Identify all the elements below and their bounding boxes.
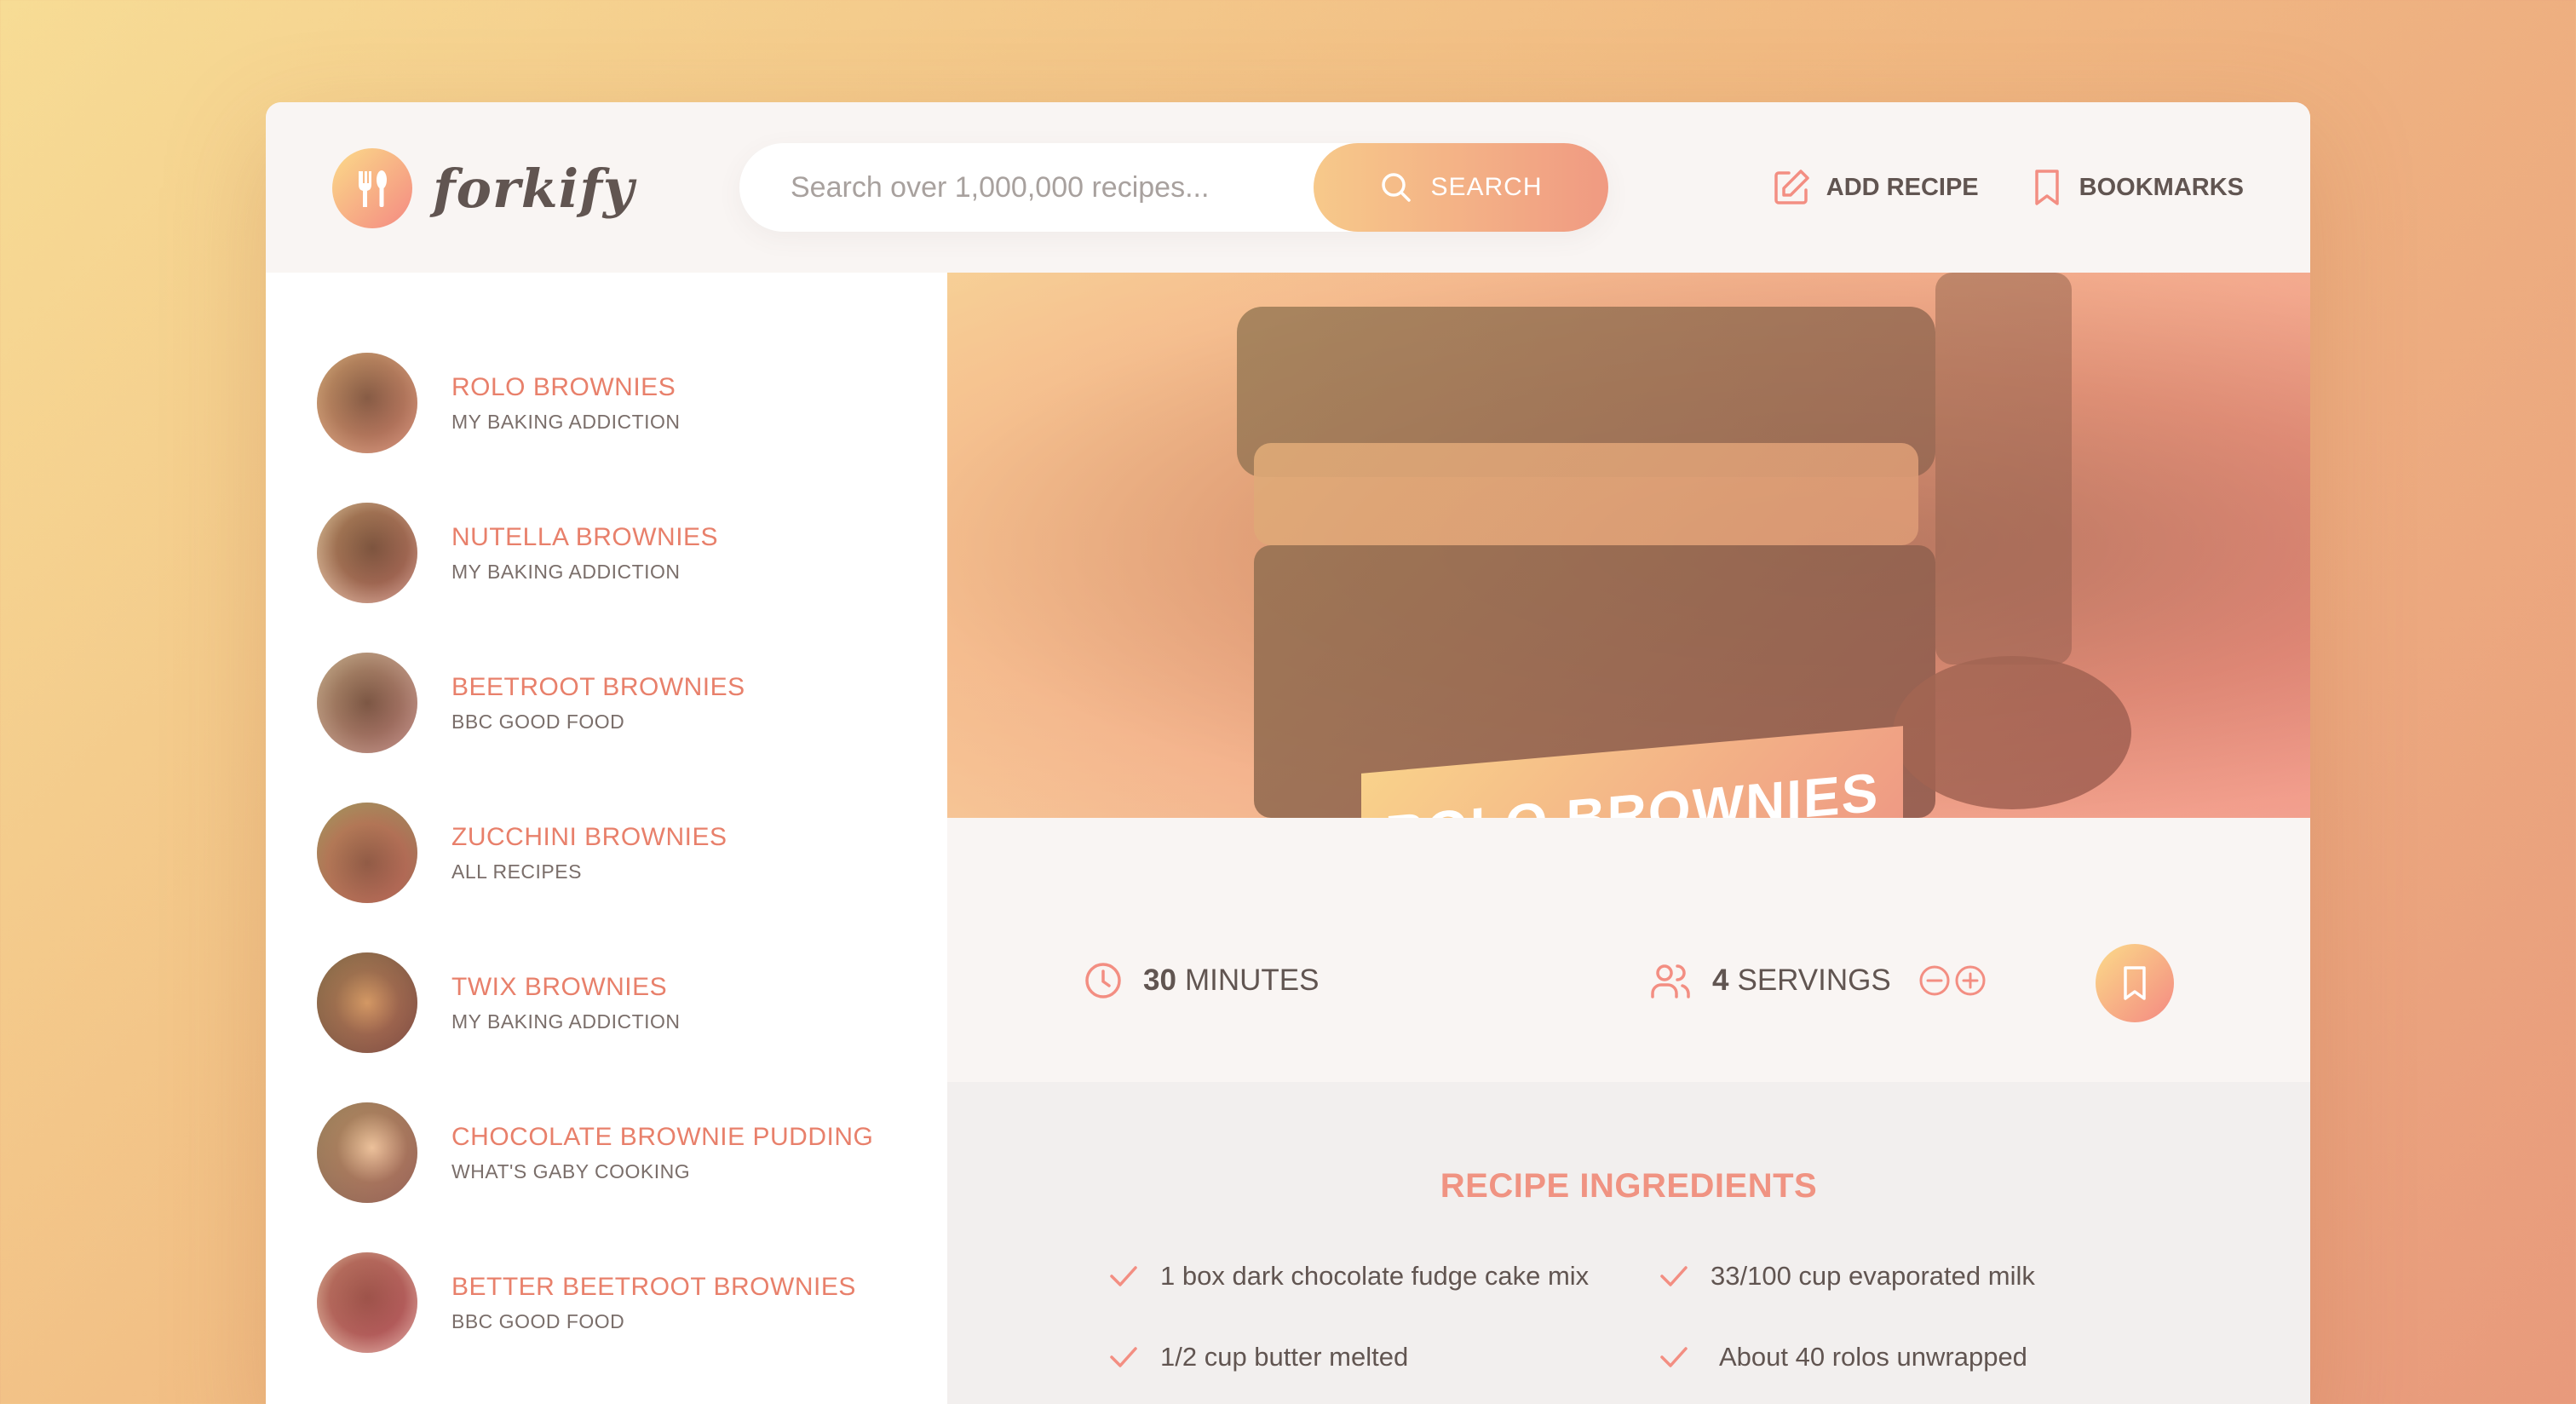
result-item[interactable]: TWIX BROWNIES MY BAKING ADDICTION [317, 947, 913, 1058]
logo[interactable]: forkify [332, 148, 635, 228]
search-button-label: SEARCH [1430, 173, 1543, 201]
bookmarks-button[interactable]: BOOKMARKS [2030, 168, 2244, 207]
bookmark-icon [2030, 168, 2064, 207]
result-item[interactable]: ZUCCHINI BROWNIES ALL RECIPES [317, 797, 913, 908]
result-thumbnail [317, 653, 417, 753]
check-icon [1109, 1344, 1138, 1370]
search-icon [1379, 170, 1413, 204]
cooking-time-value: 30 [1143, 964, 1176, 997]
ingredient-item: 1/2 cup butter melted [1109, 1342, 1408, 1372]
ingredient-item: About 40 rolos unwrapped [1659, 1342, 2027, 1372]
result-title: CHOCOLATE BROWNIE PUDDING [451, 1122, 874, 1151]
result-publisher: BBC GOOD FOOD [451, 710, 625, 733]
result-thumbnail [317, 952, 417, 1053]
result-title: BETTER BEETROOT BROWNIES [451, 1272, 856, 1301]
bookmark-recipe-button[interactable] [2096, 944, 2174, 1022]
nav: ADD RECIPE BOOKMARKS [1721, 102, 2244, 273]
ingredient-text: 1/2 cup butter melted [1160, 1342, 1409, 1372]
result-title: NUTELLA BROWNIES [451, 522, 719, 551]
ingredient-item: 33/100 cup evaporated milk [1659, 1261, 2035, 1292]
check-icon [1659, 1263, 1688, 1289]
ingredients-section: RECIPE INGREDIENTS 1 box dark chocolate … [947, 1082, 2310, 1404]
bookmarks-label: BOOKMARKS [2079, 173, 2244, 201]
servings: 4 SERVINGS [1649, 961, 1987, 1000]
result-item[interactable]: ROLO BROWNIES MY BAKING ADDICTION [317, 348, 913, 458]
result-publisher: WHAT'S GABY COOKING [451, 1159, 691, 1182]
check-icon [1659, 1344, 1688, 1370]
increase-servings-button[interactable] [1954, 964, 1987, 997]
recipe-image-overlay [947, 273, 2310, 818]
result-item[interactable]: BETTER BEETROOT BROWNIES BBC GOOD FOOD [317, 1247, 913, 1358]
result-thumbnail [317, 353, 417, 453]
users-icon [1649, 961, 1692, 1000]
cooking-time: 30 MINUTES [1084, 961, 1319, 1000]
ingredients-heading: RECIPE INGREDIENTS [1440, 1167, 1818, 1205]
logo-text: forkify [433, 157, 635, 220]
bookmark-icon [2124, 966, 2146, 1000]
recipe-view: ROLO BROWNIES 30 MINUTES 4 SERVINGS RECI… [947, 273, 2310, 1404]
search-results: ROLO BROWNIES MY BAKING ADDICTION NUTELL… [266, 273, 947, 1404]
result-publisher: MY BAKING ADDICTION [451, 560, 681, 583]
add-recipe-button[interactable]: ADD RECIPE [1772, 168, 1979, 207]
result-publisher: ALL RECIPES [451, 860, 582, 883]
result-thumbnail [317, 1252, 417, 1353]
header: forkify SEARCH ADD RECIPE [266, 102, 2310, 273]
cooking-time-label: MINUTES [1184, 964, 1320, 997]
result-publisher: BBC GOOD FOOD [451, 1309, 625, 1332]
minus-circle-icon [1919, 965, 1950, 996]
search-input[interactable] [791, 170, 1268, 204]
plus-circle-icon [1955, 965, 1986, 996]
servings-value: 4 [1712, 964, 1729, 997]
result-item[interactable]: CHOCOLATE BROWNIE PUDDING WHAT'S GABY CO… [317, 1097, 913, 1208]
fork-knife-icon [332, 148, 412, 228]
result-publisher: MY BAKING ADDICTION [451, 410, 681, 433]
result-item[interactable]: NUTELLA BROWNIES MY BAKING ADDICTION [317, 498, 913, 608]
clock-icon [1084, 961, 1123, 1000]
result-publisher: MY BAKING ADDICTION [451, 1010, 681, 1033]
edit-icon [1772, 168, 1811, 207]
recipe-details: 30 MINUTES 4 SERVINGS [947, 818, 2310, 1082]
app-window: forkify SEARCH ADD RECIPE [266, 102, 2310, 1404]
result-title: BEETROOT BROWNIES [451, 672, 745, 701]
recipe-image [947, 273, 2310, 818]
check-icon [1109, 1263, 1138, 1289]
result-title: TWIX BROWNIES [451, 972, 668, 1001]
result-title: ROLO BROWNIES [451, 372, 676, 401]
ingredient-text: 1 box dark chocolate fudge cake mix [1160, 1261, 1590, 1291]
search-button[interactable]: SEARCH [1314, 143, 1608, 232]
servings-label: SERVINGS [1737, 964, 1891, 997]
result-thumbnail [317, 803, 417, 903]
search-bar: SEARCH [739, 143, 1608, 232]
add-recipe-label: ADD RECIPE [1826, 173, 1979, 201]
result-item[interactable]: BEETROOT BROWNIES BBC GOOD FOOD [317, 647, 913, 758]
result-thumbnail [317, 1102, 417, 1203]
ingredient-item: 1 box dark chocolate fudge cake mix [1109, 1261, 1589, 1292]
result-title: ZUCCHINI BROWNIES [451, 822, 727, 851]
result-thumbnail [317, 503, 417, 603]
decrease-servings-button[interactable] [1918, 964, 1951, 997]
ingredient-text: About 40 rolos unwrapped [1719, 1342, 2027, 1372]
ingredient-text: 33/100 cup evaporated milk [1711, 1261, 2035, 1291]
